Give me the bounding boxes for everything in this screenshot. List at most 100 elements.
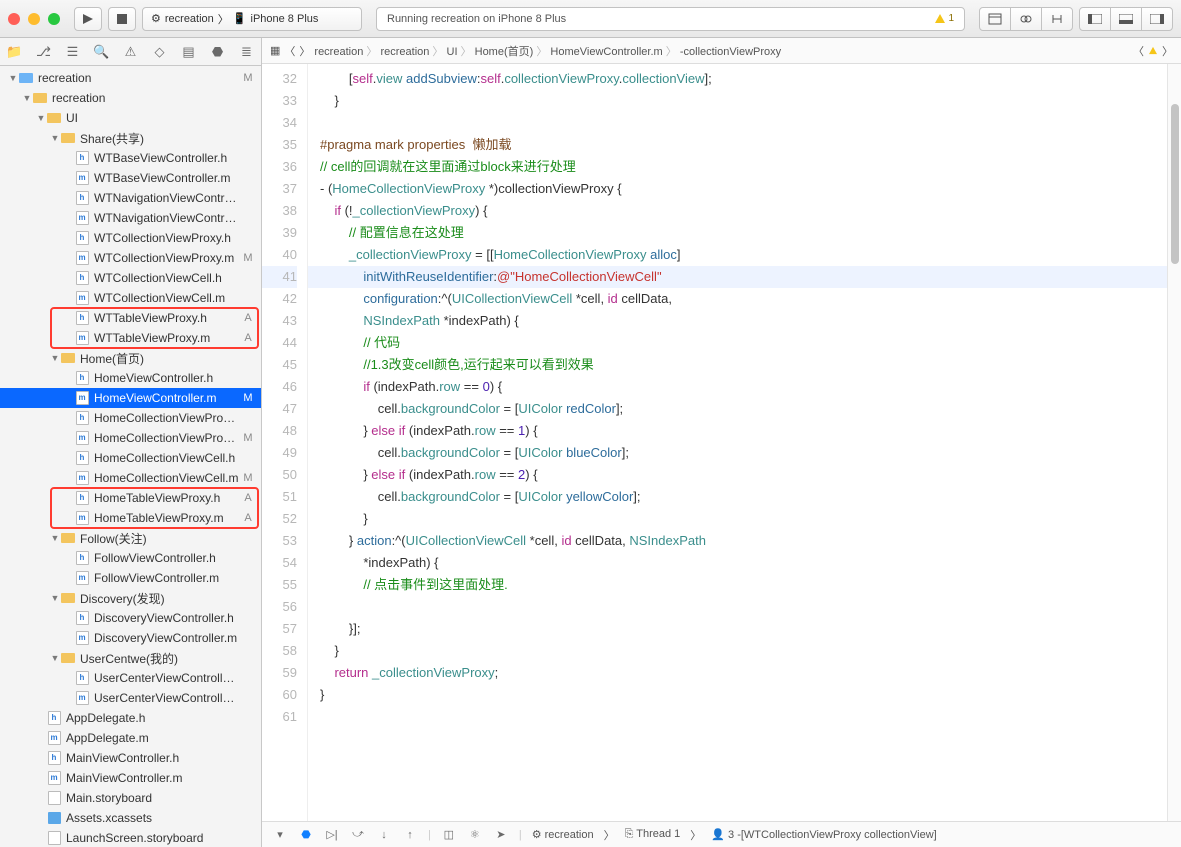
warning-icon [935,14,945,23]
hide-debug-icon[interactable]: ▾ [272,827,288,843]
back-icon[interactable]: 〈 [284,43,295,59]
tree-row[interactable]: ▼recreationM [0,68,261,88]
tree-row[interactable]: mHomeTableViewProxy.mA [0,508,261,528]
source-control-tab[interactable]: ⎇ [36,44,52,60]
tree-row[interactable]: ▼Discovery(发现) [0,588,261,608]
step-in-icon[interactable]: ↓ [376,827,392,843]
breadcrumb[interactable]: recreation 〉 recreation 〉 UI 〉 Home(首页) … [314,43,781,59]
breakpoints-toggle-icon[interactable]: ⬣ [298,827,314,843]
tree-row[interactable]: mWTCollectionViewCell.m [0,288,261,308]
symbol-navigator-tab[interactable]: ☰ [65,44,81,60]
project-navigator-tab[interactable]: 📁 [7,44,23,60]
report-navigator-tab[interactable]: ≣ [239,44,255,60]
window-controls [8,13,60,25]
tree-row[interactable]: hWTNavigationViewController.h [0,188,261,208]
activity-status[interactable]: Running recreation on iPhone 8 Plus 1 [376,7,965,31]
warnings-badge[interactable]: 1 [935,13,954,24]
code-lines[interactable]: [self.view addSubview:self.collectionVie… [308,64,1167,821]
location-icon[interactable]: ➤ [493,827,509,843]
tree-row[interactable]: hWTTableViewProxy.hA [0,308,261,328]
editor-mode-group [979,7,1073,31]
debug-thread[interactable]: ⎘ Thread 1 [625,828,681,841]
breakpoint-navigator-tab[interactable]: ⬣ [210,44,226,60]
tree-row[interactable]: Assets.xcassets [0,808,261,828]
tree-row[interactable]: ▼UI [0,108,261,128]
line-gutter[interactable]: 3233343536373839404142434445464748495051… [262,64,308,821]
tree-row[interactable]: hHomeCollectionViewCell.h [0,448,261,468]
device-icon: 📱 [233,12,247,25]
scheme-selector[interactable]: ⚙︎ recreation 〉 📱 iPhone 8 Plus [142,7,362,31]
debug-view-icon[interactable]: ◫ [441,827,457,843]
step-over-icon[interactable]: ⤻ [350,827,366,843]
tree-row[interactable]: hHomeTableViewProxy.hA [0,488,261,508]
stop-button[interactable] [108,7,136,31]
memory-graph-icon[interactable]: ⚛︎ [467,827,483,843]
minimize-window[interactable] [28,13,40,25]
tree-row[interactable]: ▼Follow(关注) [0,528,261,548]
tree-row[interactable]: hFollowViewController.h [0,548,261,568]
tree-row[interactable]: mWTBaseViewController.m [0,168,261,188]
tree-row[interactable]: mUserCenterViewController.m [0,688,261,708]
tree-row[interactable]: hDiscoveryViewController.h [0,608,261,628]
tree-row[interactable]: hAppDelegate.h [0,708,261,728]
tree-row[interactable]: hUserCenterViewController.h [0,668,261,688]
toggle-inspector[interactable] [1141,7,1173,31]
code-editor[interactable]: 3233343536373839404142434445464748495051… [262,64,1181,821]
warning-icon [1149,47,1157,54]
main-body: 📁 ⎇ ☰ 🔍 ⚠︎ ◇ ▤ ⬣ ≣ ▼recreationM▼recreati… [0,38,1181,847]
run-button[interactable] [74,7,102,31]
version-editor[interactable] [1041,7,1073,31]
tree-row[interactable]: Main.storyboard [0,788,261,808]
tree-row[interactable]: mMainViewController.m [0,768,261,788]
tree-row[interactable]: mHomeCollectionViewProxy.mM [0,428,261,448]
standard-editor[interactable] [979,7,1011,31]
find-navigator-tab[interactable]: 🔍 [94,44,110,60]
forward-icon[interactable]: 〉 [299,43,310,59]
close-window[interactable] [8,13,20,25]
debug-frame[interactable]: 👤 3 -[WTCollectionViewProxy collectionVi… [711,828,936,841]
tree-row[interactable]: hWTCollectionViewCell.h [0,268,261,288]
assistant-editor[interactable] [1010,7,1042,31]
jump-bar[interactable]: ▦ 〈 〉 recreation 〉 recreation 〉 UI 〉 Hom… [262,38,1181,64]
zoom-window[interactable] [48,13,60,25]
scheme-app: recreation [165,13,214,25]
tree-row[interactable]: hHomeViewController.h [0,368,261,388]
step-out-icon[interactable]: ↑ [402,827,418,843]
scroll-track[interactable] [1167,64,1181,821]
tree-row[interactable]: mFollowViewController.m [0,568,261,588]
tree-row[interactable]: hHomeCollectionViewProxy.h [0,408,261,428]
toggle-debug-area[interactable] [1110,7,1142,31]
debug-bar: ▾ ⬣ ▷| ⤻ ↓ ↑ | ◫ ⚛︎ ➤ | ⚙︎ recreation 〉 … [262,821,1181,847]
related-items-icon[interactable]: ▦ [270,44,280,57]
test-navigator-tab[interactable]: ◇ [152,44,168,60]
prev-issue-icon[interactable]: 〈 [1133,43,1144,59]
scroll-thumb[interactable] [1171,104,1179,264]
project-tree[interactable]: ▼recreationM▼recreation▼UI▼Share(共享)hWTB… [0,66,261,847]
tree-row[interactable]: ▼UserCentwe(我的) [0,648,261,668]
tree-row[interactable]: hMainViewController.h [0,748,261,768]
toggle-navigator[interactable] [1079,7,1111,31]
tree-row[interactable]: mDiscoveryViewController.m [0,628,261,648]
navigator: 📁 ⎇ ☰ 🔍 ⚠︎ ◇ ▤ ⬣ ≣ ▼recreationM▼recreati… [0,38,262,847]
issue-navigator-tab[interactable]: ⚠︎ [123,44,139,60]
debug-process[interactable]: ⚙︎ recreation [532,828,594,841]
tree-row[interactable]: hWTCollectionViewProxy.h [0,228,261,248]
debug-navigator-tab[interactable]: ▤ [181,44,197,60]
next-issue-icon[interactable]: 〉 [1162,43,1173,59]
tree-row[interactable]: mHomeViewController.mM [0,388,261,408]
continue-icon[interactable]: ▷| [324,827,340,843]
tree-row[interactable]: LaunchScreen.storyboard [0,828,261,847]
tree-row[interactable]: mHomeCollectionViewCell.mM [0,468,261,488]
tree-row[interactable]: ▼recreation [0,88,261,108]
xcode-window: ⚙︎ recreation 〉 📱 iPhone 8 Plus Running … [0,0,1181,847]
tree-row[interactable]: mWTTableViewProxy.mA [0,328,261,348]
tree-row[interactable]: hWTBaseViewController.h [0,148,261,168]
tree-row[interactable]: mWTNavigationViewController.m [0,208,261,228]
tree-row[interactable]: mWTCollectionViewProxy.mM [0,248,261,268]
toolbar: ⚙︎ recreation 〉 📱 iPhone 8 Plus Running … [0,0,1181,38]
tree-row[interactable]: mAppDelegate.m [0,728,261,748]
tree-row[interactable]: ▼Home(首页) [0,348,261,368]
navigator-tabs: 📁 ⎇ ☰ 🔍 ⚠︎ ◇ ▤ ⬣ ≣ [0,38,261,66]
tree-row[interactable]: ▼Share(共享) [0,128,261,148]
gear-icon: ⚙︎ [151,12,161,25]
